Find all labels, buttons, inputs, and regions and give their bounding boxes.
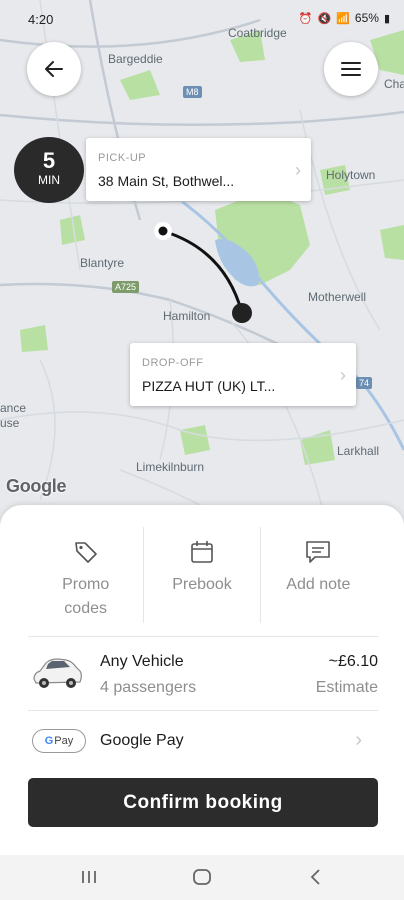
recent-apps-icon <box>82 871 96 883</box>
eta-badge: 5 MIN <box>14 137 84 203</box>
home-button[interactable] <box>187 865 217 889</box>
map-label-place: Holytown <box>326 168 376 182</box>
wifi-icon: 📶 <box>336 12 350 25</box>
map-label-place: ance <box>0 401 27 415</box>
promo-codes-label: Promo codes <box>62 576 110 617</box>
prebook-button[interactable]: Prebook <box>144 527 261 623</box>
map-label-place: Cha <box>384 77 404 91</box>
vehicle-passengers: 4 passengers <box>100 679 197 696</box>
dropoff-label: DROP-OFF <box>142 357 204 369</box>
vehicle-selector[interactable]: Any Vehicle 4 passengers ~£6.10 Estimate <box>28 647 378 709</box>
map-label-place: Motherwell <box>308 290 367 304</box>
price-estimate-label: Estimate <box>315 679 378 696</box>
pickup-label: PICK-UP <box>98 152 147 164</box>
mute-icon: 🔇 <box>317 12 332 25</box>
status-time: 4:20 <box>28 12 54 27</box>
booking-sheet: Promo codes Prebook Add note Any Vehicle… <box>0 505 404 855</box>
arrow-left-icon <box>45 61 63 77</box>
eta-unit: MIN <box>38 173 60 187</box>
eta-value: 5 <box>42 148 56 173</box>
status-icons: ⏰ 🔇 📶 65% ▮ <box>299 11 390 25</box>
dropoff-address: PIZZA HUT (UK) LT... <box>142 378 276 394</box>
alarm-icon: ⏰ <box>298 12 313 25</box>
promo-codes-button[interactable]: Promo codes <box>28 527 145 623</box>
chat-icon <box>306 541 331 563</box>
map-label-place: Bargeddie <box>108 52 163 66</box>
divider <box>28 636 378 637</box>
chevron-right-icon: › <box>355 729 362 751</box>
road-badge: A725 <box>112 281 140 293</box>
divider <box>28 710 378 711</box>
calendar-icon <box>191 541 213 563</box>
system-nav-bar <box>0 855 404 900</box>
add-note-button[interactable]: Add note <box>261 527 376 623</box>
chevron-right-icon: › <box>340 365 346 385</box>
price-value: ~£6.10 <box>328 653 378 670</box>
map-label-place: Blantyre <box>80 256 125 270</box>
booking-options: Promo codes Prebook Add note <box>28 527 376 623</box>
battery-icon: ▮ <box>383 12 390 25</box>
pickup-address: 38 Main St, Bothwel... <box>98 173 235 189</box>
back-button[interactable] <box>27 42 81 96</box>
map-label-place: use <box>0 416 20 430</box>
chevron-left-icon <box>310 869 320 885</box>
hamburger-icon <box>341 62 361 76</box>
battery-level: 65% <box>354 11 379 25</box>
google-logo: Google <box>6 476 67 496</box>
add-note-label: Add note <box>286 576 351 593</box>
recent-apps-button[interactable] <box>74 865 104 889</box>
back-nav-button[interactable] <box>301 865 331 889</box>
prebook-label: Prebook <box>172 576 232 593</box>
confirm-booking-button[interactable]: Confirm booking <box>28 778 378 827</box>
map-label-place: Hamilton <box>163 309 211 323</box>
chevron-right-icon: › <box>295 160 301 180</box>
payment-method-label: Google Pay <box>100 732 184 749</box>
dropoff-card[interactable]: DROP-OFF PIZZA HUT (UK) LT... › <box>130 343 356 406</box>
status-bar: 4:20 ⏰ 🔇 📶 65% ▮ <box>0 0 404 36</box>
car-icon <box>33 658 82 688</box>
google-pay-logo: G Pay <box>32 729 86 753</box>
home-icon <box>193 869 211 885</box>
menu-button[interactable] <box>324 42 378 96</box>
pickup-card[interactable]: PICK-UP 38 Main St, Bothwel... › <box>86 138 311 201</box>
road-badge: M8 <box>183 86 202 98</box>
tag-icon <box>74 542 97 563</box>
vehicle-name: Any Vehicle <box>100 653 184 670</box>
road-badge: 74 <box>356 377 373 389</box>
payment-method-row[interactable]: G Pay Google Pay › <box>28 727 378 755</box>
map-label-place: Larkhall <box>337 444 380 458</box>
map-label-place: Limekilnburn <box>136 460 205 474</box>
